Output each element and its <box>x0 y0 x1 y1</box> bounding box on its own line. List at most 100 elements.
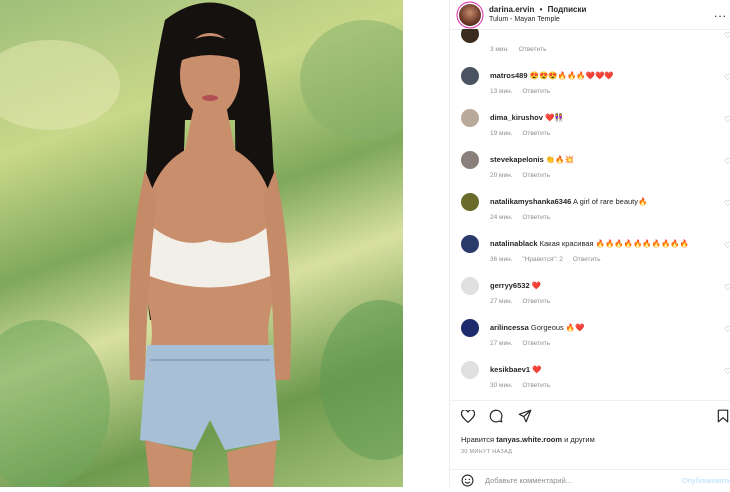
comment-item: gerryy6532 ❤️ 27 мин. Ответить ♡ <box>450 277 730 317</box>
reply-button[interactable]: Ответить <box>522 340 550 347</box>
comment-item: natalikamyshanka6346 A girl of rare beau… <box>450 193 730 233</box>
comment-text: arilincessa Gorgeous 🔥❤️ <box>490 323 585 332</box>
comment-body: ❤️ <box>531 281 542 290</box>
commenter-username[interactable]: arilincessa <box>490 323 529 332</box>
commenter-username[interactable]: dima_kirushov <box>490 113 543 122</box>
comment-text: natalikamyshanka6346 A girl of rare beau… <box>490 197 647 206</box>
reply-button[interactable]: Ответить <box>522 130 550 137</box>
commenter-avatar[interactable] <box>461 29 479 43</box>
comment-item: dima_kirushov ❤️👭 19 мин. Ответить ♡ <box>450 109 730 149</box>
comment-body: ❤️ <box>532 365 542 374</box>
comment-like-icon[interactable]: ♡ <box>724 157 730 166</box>
comment-body: Какая красивая 🔥🔥🔥🔥🔥🔥🔥🔥🔥🔥 <box>539 239 690 248</box>
liker-username[interactable]: tanyas.white.room <box>496 435 562 444</box>
comment-meta: 36 мин. "Нравится": 2 Ответить <box>490 256 608 263</box>
reply-button[interactable]: Ответить <box>519 46 547 53</box>
comment-meta: 20 мин. Ответить <box>490 172 558 179</box>
bookmark-icon[interactable] <box>717 409 729 428</box>
comment-meta: 24 мин. Ответить <box>490 214 558 221</box>
reply-button[interactable]: Ответить <box>573 256 601 263</box>
commenter-avatar[interactable] <box>461 109 479 127</box>
post-actions: Нравится tanyas.white.room и другим 30 М… <box>450 400 730 487</box>
woman-figure <box>95 0 325 487</box>
likes-prefix: Нравится <box>461 435 495 444</box>
comment-meta: 3 мин. Ответить <box>490 46 555 53</box>
more-options-icon[interactable]: ... <box>714 6 727 20</box>
commenter-avatar[interactable] <box>461 193 479 211</box>
comment-list[interactable]: 3 мин. Ответить ♡ matros489 😍😍😍🔥🔥🔥❤️❤️❤️… <box>450 29 730 399</box>
comment-item: arilincessa Gorgeous 🔥❤️ 27 мин. Ответит… <box>450 319 730 359</box>
comment-like-icon[interactable]: ♡ <box>724 115 730 124</box>
comment-item: stevekapelonis 👏🔥💥 20 мин. Ответить ♡ <box>450 151 730 191</box>
post-time: 30 МИНУТ НАЗАД <box>461 449 513 455</box>
comment-icon[interactable] <box>489 409 503 428</box>
comment-like-icon[interactable]: ♡ <box>724 241 730 250</box>
comment-body: 😍😍😍🔥🔥🔥❤️❤️❤️ <box>529 71 614 80</box>
share-icon[interactable] <box>518 409 532 428</box>
commenter-username[interactable]: natalikamyshanka6346 <box>490 197 571 206</box>
comment-item: kesikbaev1 ❤️ 30 мин. Ответить ♡ <box>450 361 730 399</box>
comment-like-icon[interactable]: ♡ <box>724 325 730 334</box>
commenter-username[interactable]: gerryy6532 <box>490 281 530 290</box>
comment-input[interactable]: Добавьте комментарий... <box>485 476 572 485</box>
comment-text: stevekapelonis 👏🔥💥 <box>490 155 574 164</box>
comment-time: 36 мин. <box>490 256 513 263</box>
comment-body: A girl of rare beauty🔥 <box>572 197 648 206</box>
commenter-avatar[interactable] <box>461 67 479 85</box>
comment-meta: 19 мин. Ответить <box>490 130 558 137</box>
comment-like-icon[interactable]: ♡ <box>724 31 730 40</box>
likes-others[interactable]: и другим <box>564 435 595 444</box>
reply-button[interactable]: Ответить <box>522 214 550 221</box>
comment-body: ❤️👭 <box>545 113 564 122</box>
comment-like-icon[interactable]: ♡ <box>724 73 730 82</box>
separator-dot: • <box>539 5 543 14</box>
commenter-avatar[interactable] <box>461 319 479 337</box>
bg-foliage <box>0 320 110 487</box>
comment-meta: 13 мин. Ответить <box>490 88 558 95</box>
comment-like-icon[interactable]: ♡ <box>724 283 730 292</box>
comment-time: 20 мин. <box>490 172 513 179</box>
comment-body: Gorgeous 🔥❤️ <box>530 323 585 332</box>
comment-item: matros489 😍😍😍🔥🔥🔥❤️❤️❤️ 13 мин. Ответить … <box>450 67 730 107</box>
comment-item: 3 мин. Ответить ♡ <box>450 29 730 65</box>
commenter-username[interactable]: natalinablack <box>490 239 538 248</box>
comment-time: 27 мин. <box>490 340 513 347</box>
add-comment-row: Добавьте комментарий... Опубликовать <box>450 469 730 488</box>
commenter-username[interactable]: stevekapelonis <box>490 155 544 164</box>
reply-button[interactable]: Ответить <box>522 88 550 95</box>
location-link[interactable]: Tulum - Mayan Temple <box>489 16 560 23</box>
author-username[interactable]: darina.ervin <box>489 5 534 14</box>
comment-text: dima_kirushov ❤️👭 <box>490 113 564 122</box>
emoji-icon[interactable] <box>461 474 474 492</box>
post-header: darina.ervin • Подписки Tulum - Mayan Te… <box>450 0 730 30</box>
likes-summary: Нравится tanyas.white.room и другим <box>461 435 595 444</box>
commenter-avatar[interactable] <box>461 151 479 169</box>
publish-button[interactable]: Опубликовать <box>682 476 730 485</box>
comment-meta: 30 мин. Ответить <box>490 382 558 389</box>
comment-body: 👏🔥💥 <box>545 155 574 164</box>
post-photo[interactable] <box>0 0 403 487</box>
like-icon[interactable] <box>460 409 476 428</box>
comment-text: kesikbaev1 ❤️ <box>490 365 541 374</box>
commenter-avatar[interactable] <box>461 361 479 379</box>
comment-time: 3 мин. <box>490 46 509 53</box>
comment-time: 24 мин. <box>490 214 513 221</box>
commenter-avatar[interactable] <box>461 235 479 253</box>
comment-text: natalinablack Какая красивая 🔥🔥🔥🔥🔥🔥🔥🔥🔥🔥 <box>490 239 689 248</box>
comment-like-count[interactable]: "Нравится": 2 <box>522 256 563 263</box>
commenter-avatar[interactable] <box>461 277 479 295</box>
comment-meta: 27 мин. Ответить <box>490 340 558 347</box>
commenter-username[interactable]: matros489 <box>490 71 528 80</box>
comment-text: gerryy6532 ❤️ <box>490 281 541 290</box>
reply-button[interactable]: Ответить <box>522 172 550 179</box>
bg-foliage <box>320 300 403 460</box>
post-sidebar: darina.ervin • Подписки Tulum - Mayan Te… <box>449 0 730 487</box>
comment-like-icon[interactable]: ♡ <box>724 367 730 376</box>
comment-like-icon[interactable]: ♡ <box>724 199 730 208</box>
follow-button[interactable]: Подписки <box>548 5 587 14</box>
action-icons <box>460 409 542 428</box>
reply-button[interactable]: Ответить <box>522 298 550 305</box>
reply-button[interactable]: Ответить <box>522 382 550 389</box>
author-avatar[interactable] <box>459 4 481 26</box>
commenter-username[interactable]: kesikbaev1 <box>490 365 530 374</box>
